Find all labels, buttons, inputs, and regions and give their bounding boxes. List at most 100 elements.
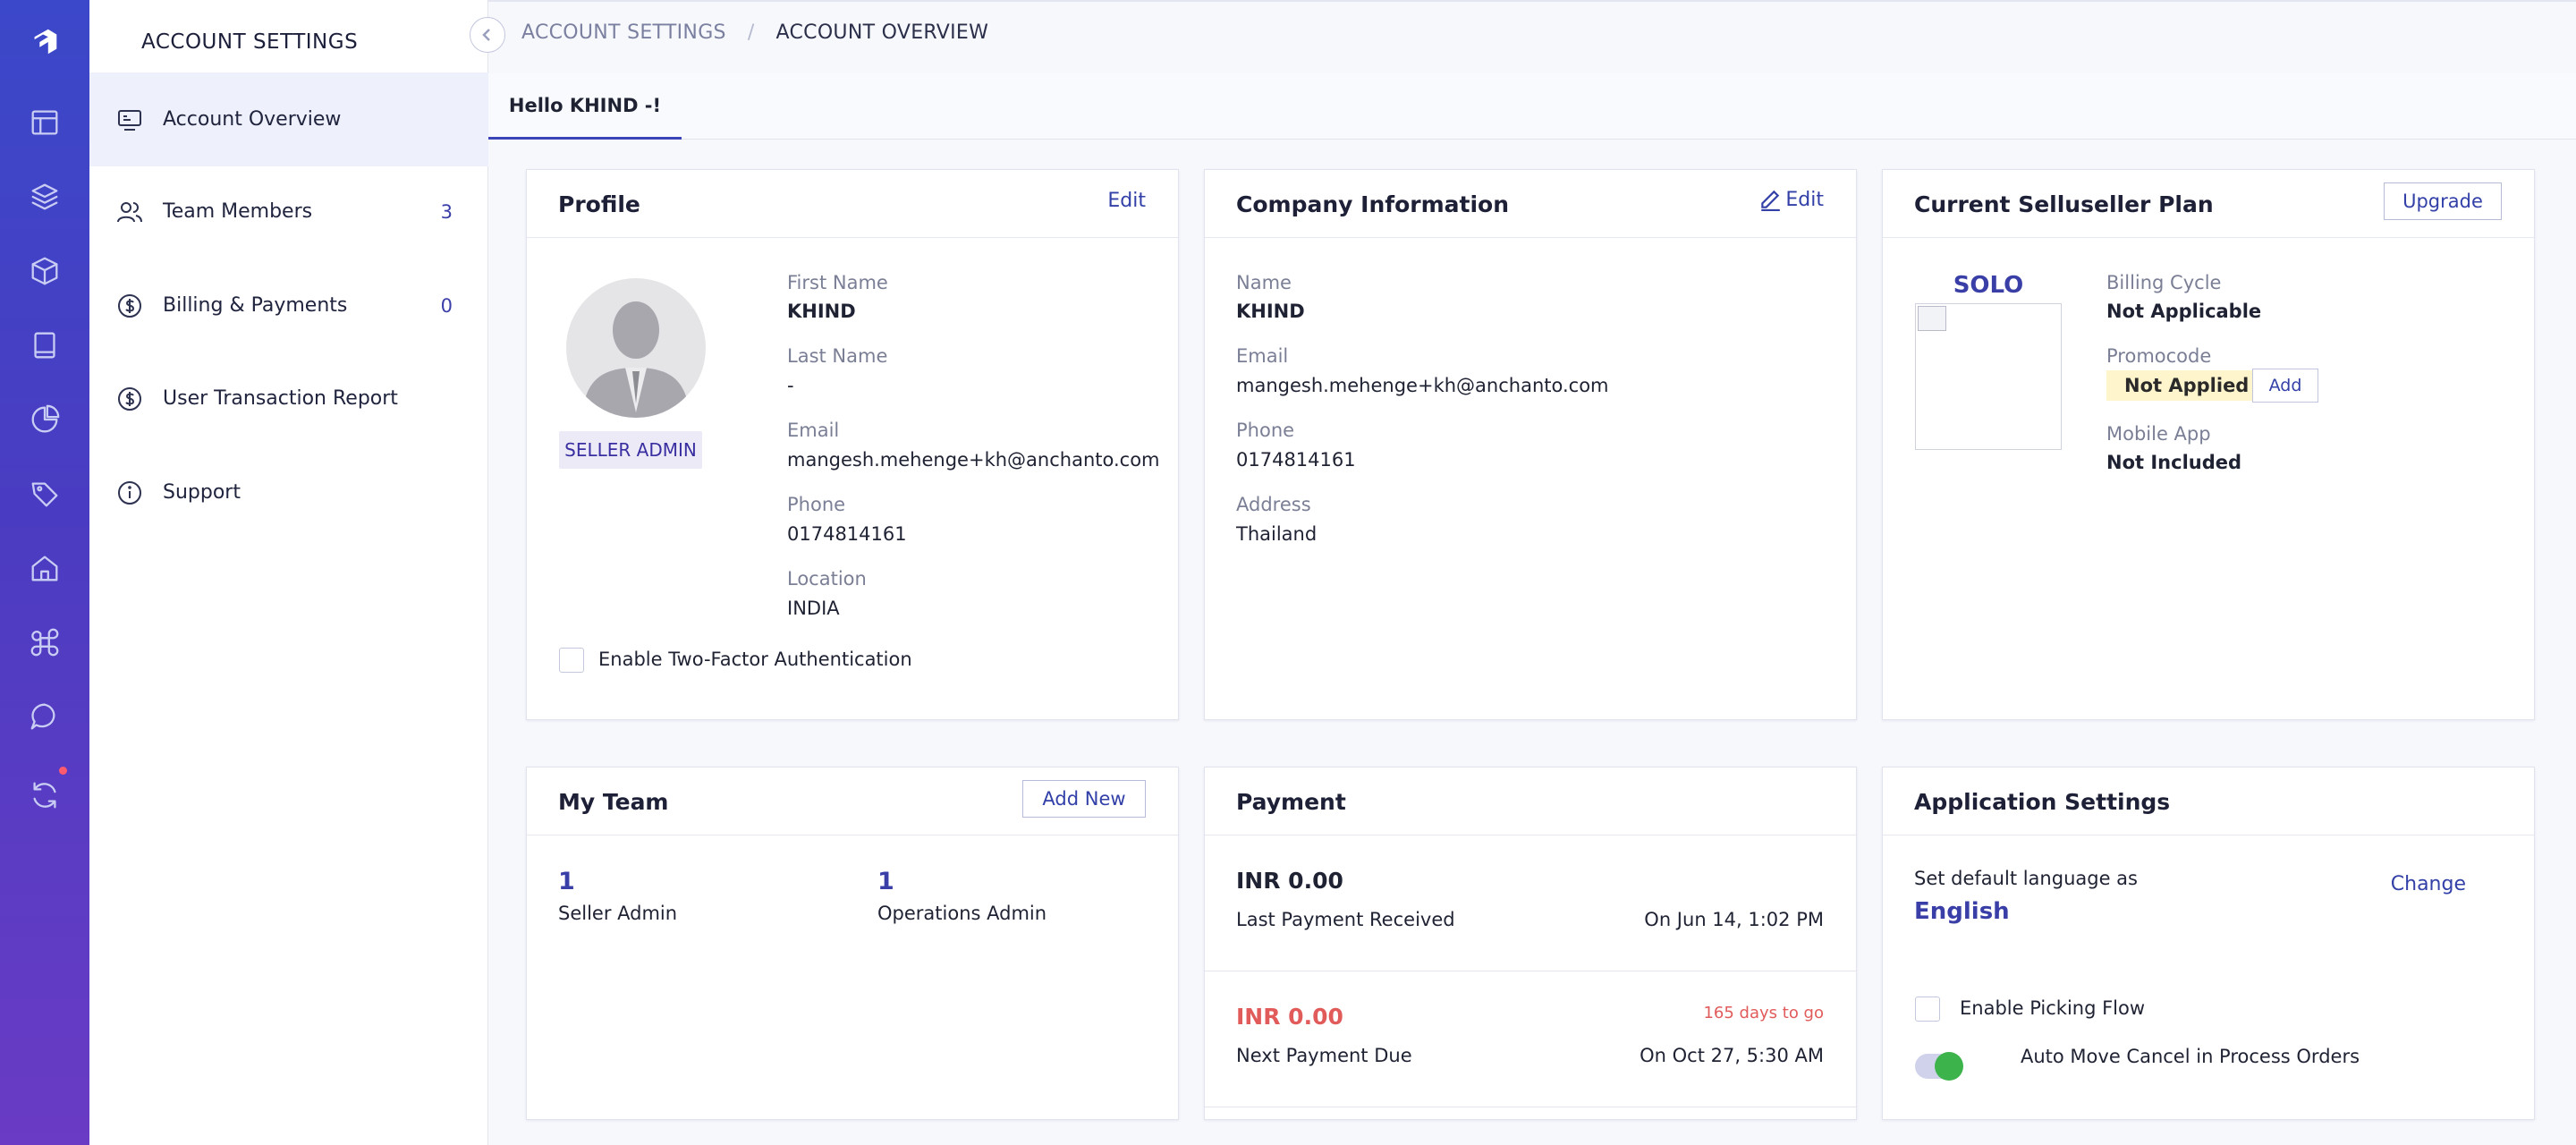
last-payment-row: INR 0.00 Last Payment Received On Jun 14… [1205, 835, 1856, 971]
next-payment-label: Next Payment Due [1236, 1045, 1412, 1066]
company-edit-label: Edit [1785, 188, 1824, 211]
company-address-value: Thailand [1236, 523, 1318, 545]
two-factor-label: Enable Two-Factor Authentication [598, 649, 912, 670]
sidebar-item-label: Account Overview [163, 108, 342, 131]
sidebar-title: ACCOUNT SETTINGS [141, 30, 359, 54]
mobile-app-label: Mobile App [2106, 423, 2211, 445]
company-email-value: mangesh.mehenge+kh@anchanto.com [1236, 375, 1609, 396]
app-logo-icon[interactable] [27, 24, 63, 60]
command-icon[interactable] [27, 624, 63, 660]
language-label: Set default language as [1914, 868, 2138, 889]
sidebar-item-label: Team Members [163, 200, 313, 223]
auto-move-label: Auto Move Cancel in Process Orders [2021, 1046, 2360, 1067]
sidebar-item-label: User Transaction Report [163, 387, 398, 410]
company-phone-value: 0174814161 [1236, 449, 1356, 471]
broken-image-icon [1918, 306, 1946, 331]
location-label: Location [787, 568, 867, 589]
avatar [566, 278, 706, 418]
upgrade-button[interactable]: Upgrade [2384, 182, 2502, 220]
mobile-app-value: Not Included [2106, 452, 2242, 473]
breadcrumb: ACCOUNT SETTINGS / ACCOUNT OVERVIEW [521, 21, 988, 44]
breadcrumb-separator: / [747, 21, 755, 44]
home-icon[interactable] [27, 550, 63, 586]
tab-bar: Hello KHIND -! [488, 73, 2576, 140]
last-payment-amount: INR 0.00 [1236, 868, 1343, 894]
pencil-icon [1761, 190, 1781, 211]
plan-card: Current Selluseller Plan Upgrade SOLO Bi… [1882, 169, 2535, 720]
sidebar-item-user-transaction-report[interactable]: User Transaction Report [89, 352, 488, 445]
sync-icon[interactable] [27, 777, 63, 813]
company-name-label: Name [1236, 272, 1292, 293]
company-address-label: Address [1236, 494, 1311, 515]
dashboard-icon[interactable] [27, 105, 63, 140]
language-value: English [1914, 898, 2010, 925]
auto-move-toggle[interactable] [1915, 1052, 1963, 1081]
plan-name: SOLO [1953, 272, 2024, 299]
payment-title: Payment [1236, 789, 1346, 815]
operations-admin-label: Operations Admin [877, 903, 1047, 924]
sidebar-item-account-overview[interactable]: Account Overview [89, 72, 488, 166]
billing-cycle-value: Not Applicable [2106, 301, 2262, 322]
plan-image [1915, 303, 2062, 450]
info-icon [116, 479, 143, 506]
breadcrumb-parent[interactable]: ACCOUNT SETTINGS [521, 21, 726, 44]
first-name-value: KHIND [787, 301, 856, 322]
toggle-knob [1935, 1052, 1963, 1081]
box-icon[interactable] [27, 253, 63, 289]
last-payment-date: On Jun 14, 1:02 PM [1644, 909, 1824, 930]
operations-admin-count: 1 [877, 868, 894, 895]
chevron-left-icon [482, 29, 490, 41]
promocode-status: Not Applied [2106, 370, 2267, 401]
add-new-member-button[interactable]: Add New [1022, 780, 1146, 818]
billing-cycle-label: Billing Cycle [2106, 272, 2222, 293]
application-settings-card: Application Settings Set default languag… [1882, 767, 2535, 1120]
change-language-link[interactable]: Change [2391, 873, 2466, 895]
company-info-card: Company Information Edit Name KHIND Emai… [1204, 169, 1857, 720]
billing-count: 0 [440, 294, 453, 317]
profile-title: Profile [558, 191, 640, 217]
sidebar-item-team-members[interactable]: Team Members 3 [89, 165, 488, 259]
team-title: My Team [558, 789, 669, 815]
email-value: mangesh.mehenge+kh@anchanto.com [787, 449, 1160, 471]
layers-icon[interactable] [27, 179, 63, 215]
sidebar-item-billing-payments[interactable]: Billing & Payments 0 [89, 259, 488, 352]
users-icon [116, 199, 143, 225]
company-name-value: KHIND [1236, 301, 1305, 322]
profile-card: Profile Edit SELLER ADMIN First Name KHI… [526, 169, 1179, 720]
tag-icon[interactable] [27, 476, 63, 512]
company-title: Company Information [1236, 191, 1510, 217]
sidebar-item-support[interactable]: Support [89, 445, 488, 539]
book-icon[interactable] [27, 327, 63, 363]
last-payment-label: Last Payment Received [1236, 909, 1455, 930]
promocode-add-button[interactable]: Add [2252, 369, 2318, 403]
collapse-sidebar-button[interactable] [470, 17, 505, 53]
phone-label: Phone [787, 494, 846, 515]
picking-flow-label: Enable Picking Flow [1960, 997, 2146, 1019]
seller-admin-count: 1 [558, 868, 575, 895]
chat-icon[interactable] [27, 699, 63, 734]
last-name-value: - [787, 375, 794, 396]
plan-title: Current Selluseller Plan [1914, 191, 2214, 217]
days-to-go: 165 days to go [1703, 1004, 1824, 1022]
seller-admin-label: Seller Admin [558, 903, 678, 924]
last-name-label: Last Name [787, 345, 888, 367]
icon-rail [0, 0, 89, 1145]
my-team-card: My Team Add New 1 Seller Admin 1 Operati… [526, 767, 1179, 1120]
pie-chart-icon[interactable] [27, 402, 63, 437]
next-payment-amount: INR 0.00 [1236, 1004, 1343, 1030]
dollar-icon [116, 386, 143, 412]
picking-flow-checkbox[interactable] [1915, 997, 1940, 1022]
profile-edit-link[interactable]: Edit [1107, 190, 1146, 212]
role-badge: SELLER ADMIN [559, 431, 702, 469]
email-label: Email [787, 420, 840, 441]
tab-hello-user[interactable]: Hello KHIND -! [488, 73, 682, 140]
two-factor-checkbox[interactable] [559, 648, 584, 673]
company-phone-label: Phone [1236, 420, 1295, 441]
company-email-label: Email [1236, 345, 1289, 367]
company-edit-link[interactable]: Edit [1758, 188, 1824, 211]
sidebar-item-label: Billing & Payments [163, 294, 348, 317]
next-payment-row: INR 0.00 165 days to go Next Payment Due… [1205, 971, 1856, 1107]
sidebar-item-label: Support [163, 481, 241, 504]
next-payment-date: On Oct 27, 5:30 AM [1640, 1045, 1824, 1066]
top-divider [488, 0, 2576, 2]
